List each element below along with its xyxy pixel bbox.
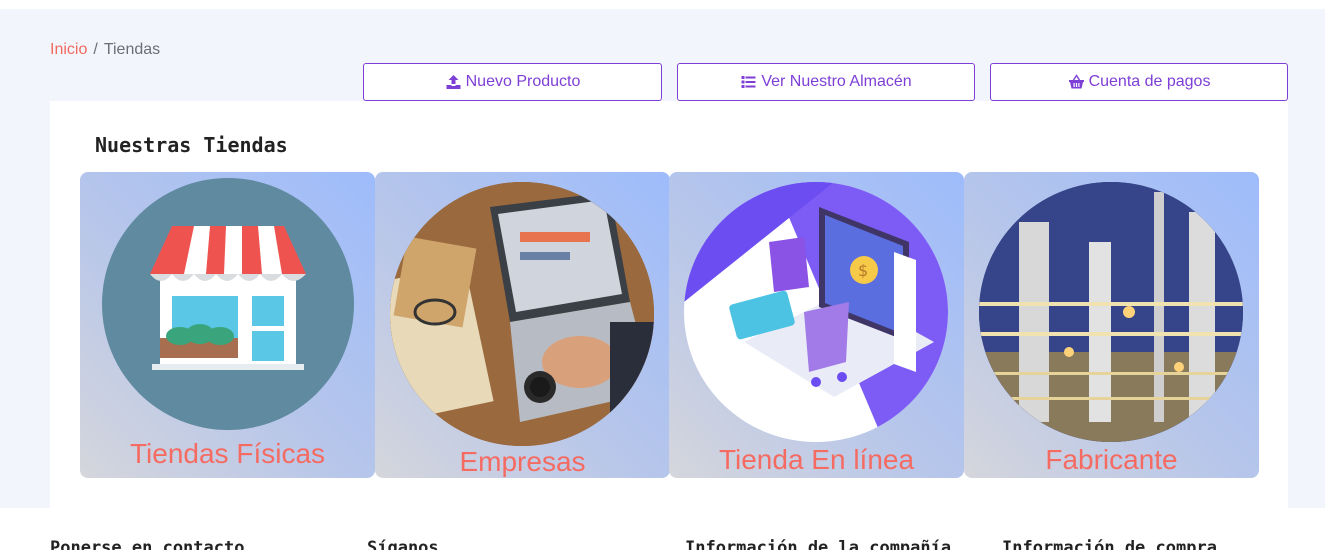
top-strip: [0, 0, 1325, 9]
stores-panel: Nuestras Tiendas Tiendas Físicas Empresa…: [50, 101, 1288, 508]
footer-heading-purchase: Información de compra: [1002, 538, 1217, 550]
store-card-label: Tiendas Físicas: [129, 438, 326, 469]
payments-account-label: Cuenta de pagos: [1088, 73, 1211, 90]
section-title: Nuestras Tiendas: [95, 133, 288, 157]
footer-heading-follow: Síganos: [367, 538, 439, 550]
footer-heading-contact: Ponerse en contacto: [50, 538, 245, 550]
online-shop-image: $: [684, 182, 948, 442]
footer-heading-company: Información de la compañía: [685, 538, 952, 550]
store-card-business[interactable]: Empresas: [375, 172, 670, 478]
payments-account-button[interactable]: Cuenta de pagos: [990, 63, 1288, 101]
list-icon: [741, 76, 756, 88]
breadcrumb-home-link[interactable]: Inicio: [50, 41, 87, 59]
view-warehouse-button[interactable]: Ver Nuestro Almacén: [677, 63, 975, 101]
view-warehouse-label: Ver Nuestro Almacén: [761, 73, 912, 90]
store-card-online[interactable]: $ Tienda En línea: [669, 172, 964, 478]
store-card-label: Tienda En línea: [718, 444, 915, 475]
breadcrumb-separator: /: [93, 41, 98, 58]
laptop-desk-image: [390, 182, 654, 446]
store-card-physical[interactable]: Tiendas Físicas: [80, 172, 375, 478]
breadcrumb-current: Tiendas: [103, 41, 161, 58]
store-card-label: Fabricante: [1045, 444, 1178, 475]
refinery-image: [979, 182, 1243, 442]
storefront-image: [102, 178, 354, 430]
breadcrumb: Inicio / Tiendas: [50, 41, 160, 59]
new-product-button[interactable]: Nuevo Producto: [363, 63, 662, 101]
store-card-label: Empresas: [459, 446, 586, 477]
basket-icon: [1068, 74, 1084, 89]
store-card-manufacturer[interactable]: Fabricante: [964, 172, 1259, 478]
svg-text:$: $: [858, 261, 868, 280]
new-product-label: Nuevo Producto: [465, 73, 581, 90]
upload-icon: [446, 75, 461, 89]
